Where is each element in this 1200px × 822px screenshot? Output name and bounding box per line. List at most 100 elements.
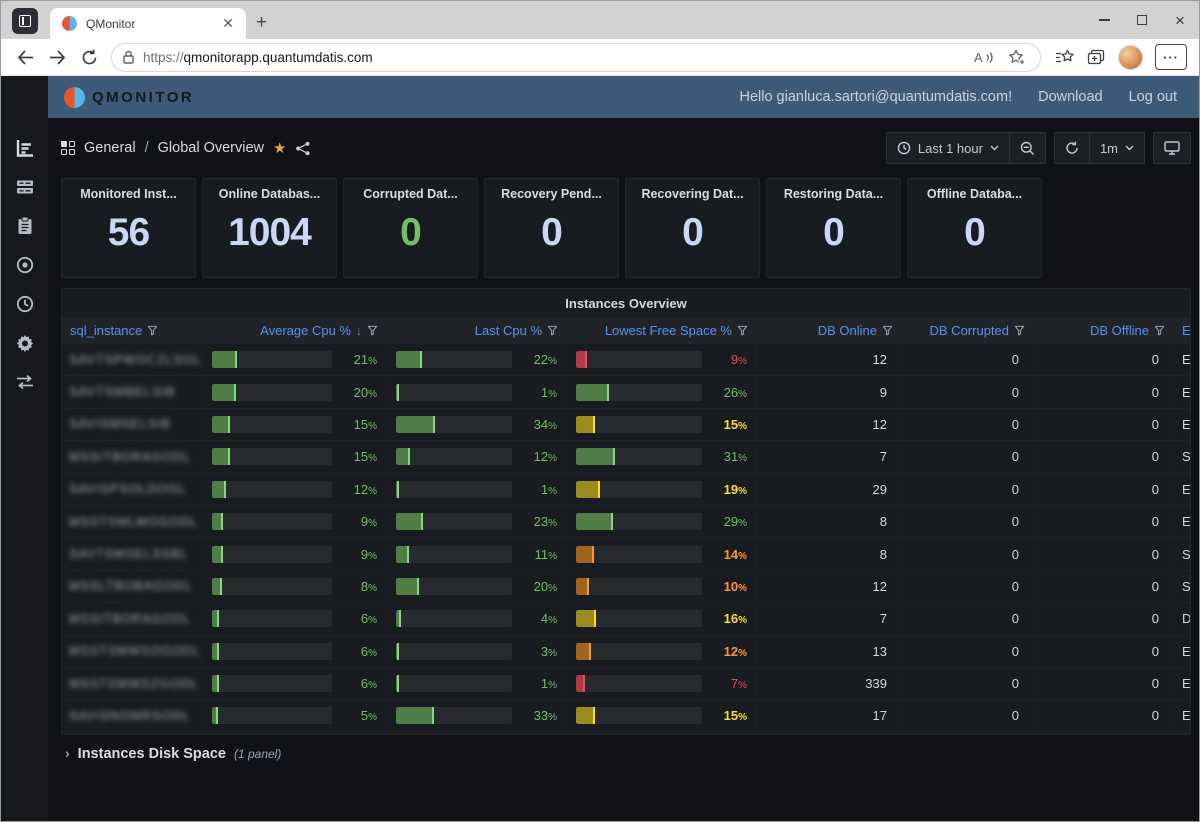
bar-gauge-fill [396, 707, 434, 724]
url-text[interactable]: https://qmonitorapp.quantumdatis.com [143, 50, 974, 65]
refresh-interval-picker[interactable]: 1m [1089, 133, 1144, 163]
clipboard-icon[interactable] [13, 214, 37, 238]
tab-actions-button[interactable] [12, 8, 38, 34]
favorite-star-add-icon[interactable] [1008, 49, 1026, 66]
table-row[interactable]: SAVTSPWOCZLSOL21%22%9%1200E [62, 344, 1190, 376]
refresh-dashboard-button[interactable] [1055, 133, 1089, 163]
bar-gauge-fill [576, 513, 613, 530]
refresh-button[interactable] [73, 42, 105, 72]
column-header-e[interactable]: E [1174, 317, 1191, 344]
table-row[interactable]: SAVTSMSELSSBL9%11%14%800S [62, 538, 1190, 570]
apps-grid-icon[interactable] [61, 141, 75, 155]
table-row[interactable]: MSSLTBOBAGODL8%20%10%1200S [62, 571, 1190, 603]
column-label[interactable]: Last Cpu % [475, 323, 542, 338]
column-label[interactable]: sql_instance [70, 323, 142, 338]
favorite-star-icon[interactable]: ★ [273, 139, 286, 157]
instance-name-cell[interactable]: MSSTSMWSZGODL [62, 668, 203, 699]
column-label[interactable]: Average Cpu % [260, 323, 351, 338]
brand-logo[interactable]: QMONITOR [64, 87, 194, 108]
column-label[interactable]: Lowest Free Space % [605, 323, 732, 338]
kiosk-mode-button[interactable] [1154, 133, 1190, 163]
instance-name-cell[interactable]: SAVISNOMRSODL [62, 700, 203, 731]
column-label[interactable]: E [1182, 323, 1191, 338]
browser-tab[interactable]: QMonitor ✕ [50, 8, 246, 39]
bar-gauge-fill [396, 351, 422, 368]
table-row[interactable]: MSSITBORAGODL15%12%31%700S [62, 441, 1190, 473]
address-bar[interactable]: https://qmonitorapp.quantumdatis.com A [111, 43, 1041, 72]
close-button[interactable]: × [1161, 3, 1199, 37]
dashboards-icon[interactable] [13, 175, 37, 199]
edition-cell: E [1174, 344, 1191, 375]
table-row[interactable]: MSSITBORAGODL6%4%16%700D [62, 603, 1190, 635]
filter-funnel-icon[interactable] [1014, 325, 1025, 336]
lowest-free-space-cell: 7% [567, 668, 757, 699]
profile-avatar[interactable] [1118, 45, 1143, 70]
instance-name-cell[interactable]: MSSTSMLMOGODL [62, 506, 203, 537]
new-tab-button[interactable]: + [256, 13, 267, 32]
instance-name-cell[interactable]: MSSTSMWSOGODL [62, 636, 203, 667]
swap-arrows-icon[interactable] [13, 370, 37, 394]
table-row[interactable]: SAVISNOMRSODL5%33%15%1700E [62, 700, 1190, 732]
collections-icon[interactable] [1087, 49, 1106, 66]
db-corrupted-cell: 0 [902, 636, 1034, 667]
column-label[interactable]: DB Offline [1090, 323, 1149, 338]
breadcrumb-section[interactable]: General [84, 140, 136, 156]
back-button[interactable] [9, 42, 41, 72]
settings-more-button[interactable]: ··· [1155, 44, 1187, 70]
logout-link[interactable]: Log out [1129, 89, 1177, 105]
filter-funnel-icon[interactable] [147, 325, 158, 336]
instance-name-cell[interactable]: SAVTSPWOCZLSOL [62, 344, 203, 375]
maximize-button[interactable] [1123, 3, 1161, 37]
time-range-picker[interactable]: Last 1 hour [887, 133, 1009, 163]
bar-gauge-value: 9% [339, 547, 377, 562]
tab-close-icon[interactable]: ✕ [218, 15, 238, 32]
filter-funnel-icon[interactable] [737, 325, 748, 336]
download-link[interactable]: Download [1038, 89, 1103, 105]
column-header-db-corrupted[interactable]: DB Corrupted [902, 317, 1034, 344]
minimize-button[interactable] [1085, 3, 1123, 37]
breadcrumb-title[interactable]: Global Overview [158, 140, 264, 156]
column-header-db-offline[interactable]: DB Offline [1034, 317, 1174, 344]
bar-gauge-fill [576, 546, 594, 563]
column-header-last-cpu-[interactable]: Last Cpu % [387, 317, 567, 344]
instance-name-cell[interactable]: MSSLTBOBAGODL [62, 571, 203, 602]
column-header-db-online[interactable]: DB Online [757, 317, 902, 344]
table-row[interactable]: SAVTSMBELSIB20%1%26%900E [62, 376, 1190, 408]
instance-name-cell[interactable]: SAVTSMBELSIB [62, 376, 203, 407]
table-row[interactable]: MSSTSMWSZGODL6%1%7%33900E [62, 668, 1190, 700]
bar-gauge-fill [576, 707, 595, 724]
column-header-lowest-free-space-[interactable]: Lowest Free Space % [567, 317, 757, 344]
table-row[interactable]: MSSTSMLMOGODL9%23%29%800E [62, 506, 1190, 538]
read-aloud-icon[interactable]: A [974, 50, 994, 65]
stat-value: 0 [626, 211, 759, 255]
zoom-out-button[interactable] [1009, 133, 1045, 163]
table-row[interactable]: SAVISPSOLDOGL12%1%19%2900E [62, 474, 1190, 506]
last-cpu-cell: 4% [387, 603, 567, 634]
column-label[interactable]: DB Corrupted [930, 323, 1009, 338]
instance-name-cell[interactable]: MSSITBORAGODL [62, 441, 203, 472]
gear-icon[interactable] [13, 331, 37, 355]
filter-funnel-icon[interactable] [547, 325, 558, 336]
column-label[interactable]: DB Online [818, 323, 877, 338]
collapsed-row-title: Instances Disk Space [78, 746, 226, 762]
table-row[interactable]: SAVISMSELSIB15%34%15%1200E [62, 409, 1190, 441]
collapsed-row-instances-disk-space[interactable]: › Instances Disk Space (1 panel) [61, 745, 1191, 762]
favorites-bar-icon[interactable] [1055, 49, 1075, 66]
column-header-sql-instance[interactable]: sql_instance [62, 317, 203, 344]
instance-name-cell[interactable]: SAVISPSOLDOGL [62, 474, 203, 505]
filter-funnel-icon[interactable] [1154, 325, 1165, 336]
bar-gauge-fill [576, 448, 615, 465]
filter-funnel-icon[interactable] [367, 325, 378, 336]
instance-name-cell[interactable]: SAVISMSELSIB [62, 409, 203, 440]
record-circle-icon[interactable] [13, 253, 37, 277]
sort-desc-icon[interactable]: ↓ [356, 324, 362, 338]
bar-chart-icon[interactable] [13, 136, 37, 160]
column-header-average-cpu-[interactable]: Average Cpu % ↓ [203, 317, 387, 344]
clock-icon[interactable] [13, 292, 37, 316]
instance-name-cell[interactable]: MSSITBORAGODL [62, 603, 203, 634]
table-row[interactable]: MSSTSMWSOGODL6%3%12%1300E [62, 636, 1190, 668]
share-icon[interactable] [295, 141, 311, 156]
filter-funnel-icon[interactable] [882, 325, 893, 336]
instance-name-cell[interactable]: SAVTSMSELSSBL [62, 538, 203, 569]
forward-button[interactable] [41, 42, 73, 72]
